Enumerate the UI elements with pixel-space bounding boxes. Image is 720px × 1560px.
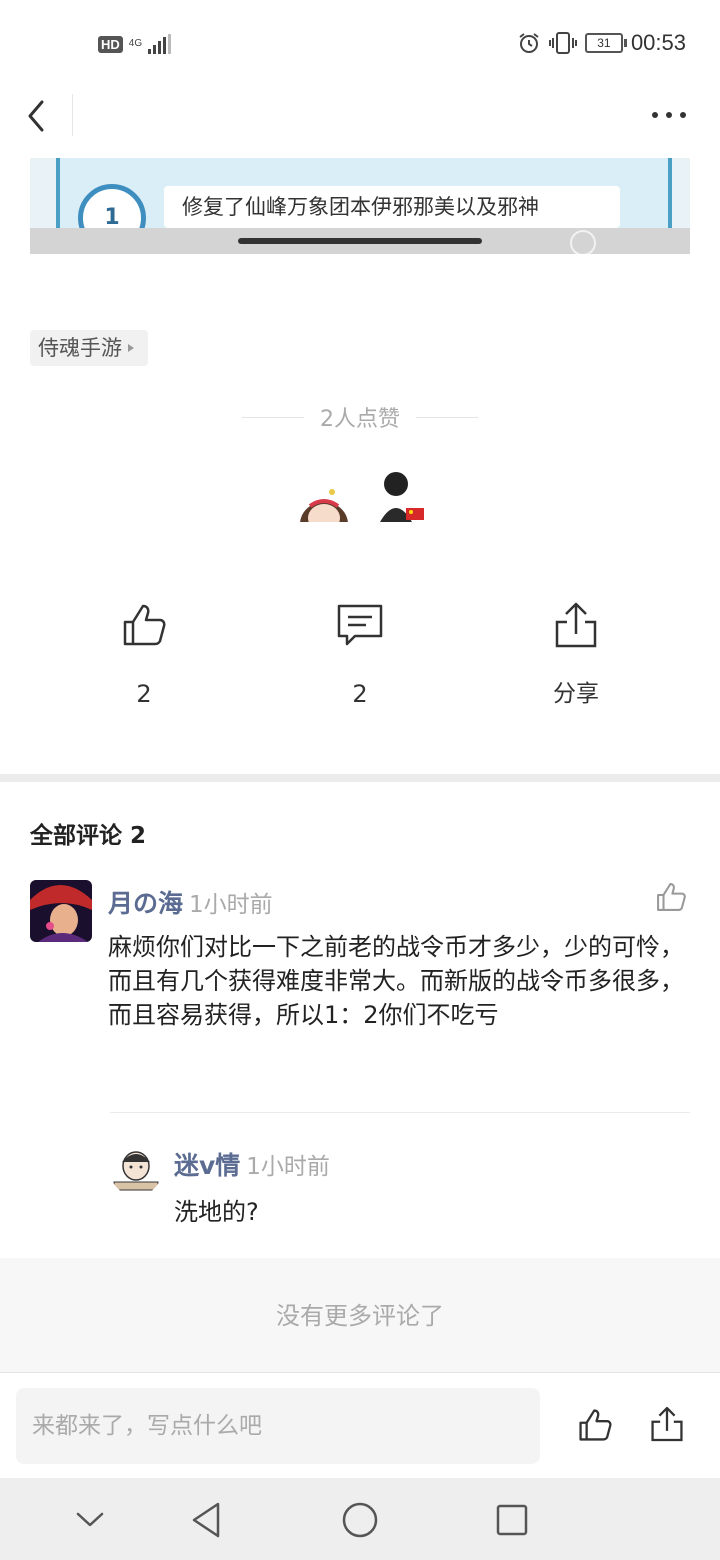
- comment-like-button[interactable]: [654, 880, 688, 914]
- chevron-down-icon: [76, 1512, 104, 1527]
- likes-summary-text: 2人点赞: [320, 407, 400, 432]
- circle-home-icon: [342, 1502, 378, 1538]
- comment-action[interactable]: 2: [300, 600, 420, 708]
- reply-text: 洗地的?: [174, 1198, 259, 1226]
- divider-line: [416, 416, 478, 418]
- square-recents-icon: [496, 1504, 528, 1536]
- comments-title: 全部评论 2: [30, 823, 147, 849]
- comment-time: 1小时前: [189, 892, 273, 918]
- more-horizontal-icon: [652, 112, 686, 118]
- alarm-icon: [519, 33, 539, 53]
- nav-home-button[interactable]: [336, 1496, 384, 1544]
- nav-back-button[interactable]: [184, 1496, 232, 1544]
- likes-summary: 2人点赞: [0, 400, 720, 434]
- share-icon: [651, 1406, 683, 1442]
- status-bar: HD 4G 31 00:53: [0, 0, 720, 90]
- comment-header: 月の海 1小时前: [108, 884, 273, 920]
- signal-icon: [148, 34, 172, 54]
- reply-avatar[interactable]: [110, 1144, 162, 1196]
- thumbs-up-icon: [123, 604, 166, 646]
- divider-line: [242, 416, 304, 418]
- back-button[interactable]: [18, 96, 58, 136]
- topic-tag-label: 侍魂手游: [38, 336, 122, 360]
- header-divider: [72, 94, 73, 136]
- watermark-icon: [570, 230, 596, 254]
- signal-indicators: HD 4G: [98, 34, 172, 54]
- like-action[interactable]: 2: [84, 600, 204, 708]
- vibrate-icon: [548, 32, 577, 54]
- reply-header: 迷v情 1小时前: [174, 1146, 330, 1182]
- system-indicators: 31 00:53: [517, 30, 686, 56]
- comment-icon: [337, 604, 383, 646]
- liker-avatar[interactable]: [372, 466, 428, 522]
- thumbs-up-icon: [657, 883, 686, 911]
- liker-avatar[interactable]: [296, 466, 352, 522]
- comment-author[interactable]: 月の海: [108, 884, 183, 920]
- post-image-preview[interactable]: 1 修复了仙峰万象团本伊邪那美以及邪神: [30, 158, 690, 254]
- comment-text: 麻烦你们对比一下之前老的战令币才多少，少的可怜，而且有几个获得难度非常大。而新版…: [108, 933, 684, 1029]
- triangle-back-icon: [192, 1502, 220, 1538]
- chevron-left-icon: [28, 100, 44, 132]
- comment-input-box[interactable]: [16, 1388, 540, 1464]
- topic-tag[interactable]: 侍魂手游: [30, 330, 148, 366]
- reply-time: 1小时前: [246, 1154, 330, 1180]
- no-more-comments: 没有更多评论了: [276, 1302, 444, 1330]
- caret-right-icon: [128, 344, 134, 352]
- clock: 00:53: [630, 30, 686, 55]
- drag-handle[interactable]: [238, 238, 482, 244]
- comment-input[interactable]: [16, 1388, 540, 1464]
- section-divider: [0, 774, 720, 782]
- battery-icon: 31: [584, 33, 627, 53]
- reply-divider: [110, 1112, 690, 1113]
- preview-text: 修复了仙峰万象团本伊邪那美以及邪神: [164, 186, 620, 228]
- like-count: 2: [136, 680, 152, 708]
- nav-collapse-button[interactable]: [66, 1496, 114, 1544]
- bottom-share-button[interactable]: [648, 1404, 686, 1444]
- more-button[interactable]: [646, 100, 692, 130]
- hd-badge: HD: [98, 35, 123, 53]
- network-type: 4G: [128, 38, 143, 49]
- nav-recents-button[interactable]: [488, 1496, 536, 1544]
- avatar[interactable]: [30, 880, 92, 942]
- share-action[interactable]: 分享: [516, 600, 636, 708]
- comment-count: 2: [352, 680, 368, 708]
- share-icon: [555, 602, 597, 648]
- reply-author[interactable]: 迷v情: [174, 1146, 240, 1182]
- share-label: 分享: [553, 681, 599, 707]
- thumbs-up-icon: [579, 1409, 612, 1441]
- bottom-like-button[interactable]: [576, 1406, 614, 1444]
